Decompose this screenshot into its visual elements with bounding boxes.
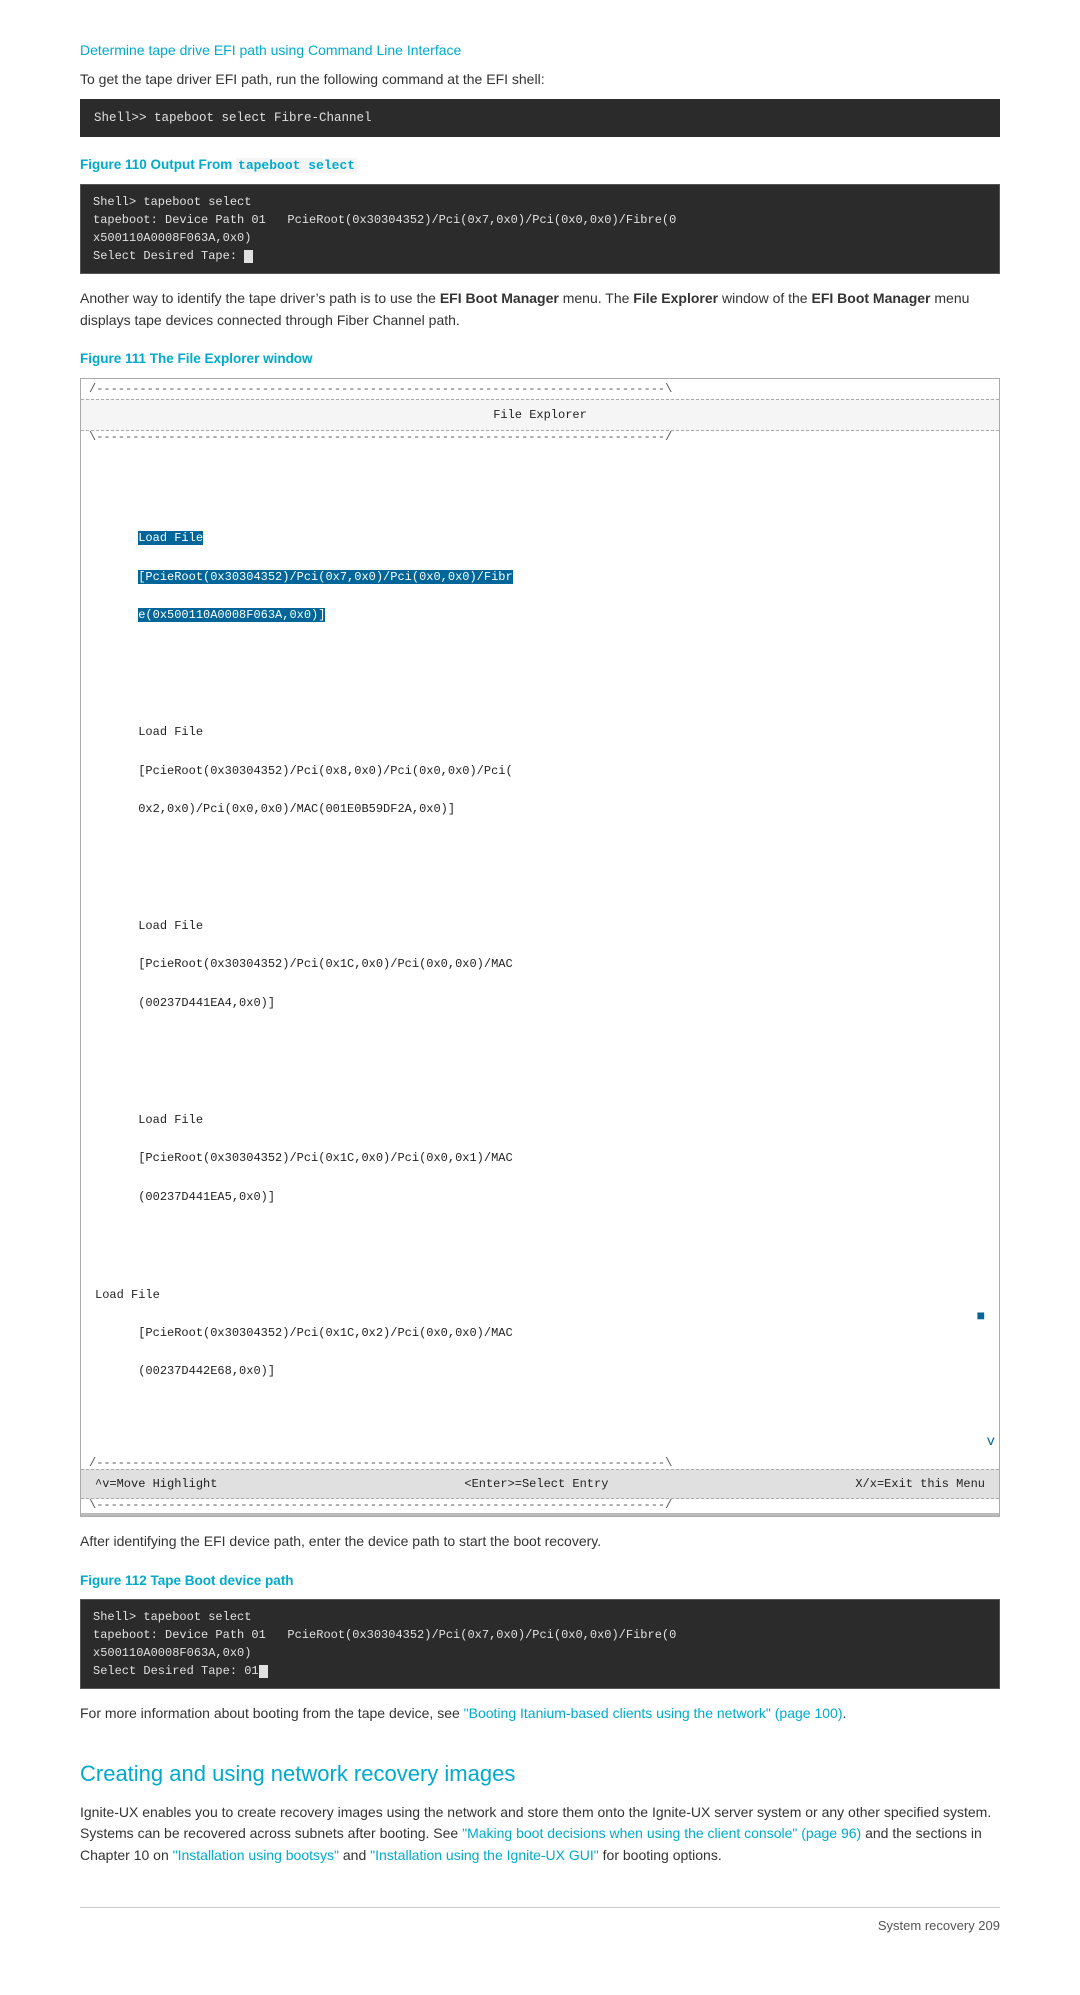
figure112-terminal-content: Shell> tapeboot select tapeboot: Device … bbox=[81, 1600, 999, 1688]
figure111-heading: Figure 111 The File Explorer window bbox=[80, 349, 1000, 369]
figure110-terminal-content: Shell> tapeboot select tapeboot: Device … bbox=[81, 185, 999, 273]
fe-entry-1-path2: e(0x500110A0008F063A,0x0)] bbox=[138, 608, 325, 622]
fe-scrollbar[interactable]: v bbox=[81, 1432, 999, 1457]
boot-decisions-link[interactable]: "Making boot decisions when using the cl… bbox=[462, 1825, 861, 1841]
bootsys-link[interactable]: "Installation using bootsys" bbox=[173, 1847, 339, 1863]
section-link[interactable]: Determine tape drive EFI path using Comm… bbox=[80, 42, 461, 58]
fe-title-bar: File Explorer bbox=[81, 399, 999, 431]
fe-content: Load File [PcieRoot(0x30304352)/Pci(0x7,… bbox=[81, 443, 999, 1432]
fe-footer-bar: ^v=Move Highlight <Enter>=Select Entry X… bbox=[81, 1469, 999, 1499]
fe-entry-5-text: Load File [PcieRoot(0x30304352)/Pci(0x1C… bbox=[95, 1286, 513, 1382]
fe-entry-3[interactable]: Load File [PcieRoot(0x30304352)/Pci(0x1C… bbox=[95, 898, 985, 1032]
page-footer: System recovery 209 bbox=[80, 1907, 1000, 1936]
figure112-heading: Figure 112 Tape Boot device path bbox=[80, 1571, 1000, 1591]
cursor2 bbox=[259, 1665, 268, 1678]
intro-text: To get the tape driver EFI path, run the… bbox=[80, 69, 1000, 91]
intro-command: Shell>> tapeboot select Fibre-Channel bbox=[80, 99, 1000, 138]
fe-title-dashes-bottom: \---------------------------------------… bbox=[81, 431, 999, 443]
fe-footer-dashes-top: /---------------------------------------… bbox=[81, 1457, 999, 1469]
figure110-heading: Figure 110 Output From tapeboot select bbox=[80, 155, 1000, 176]
paragraph1: Another way to identify the tape driver’… bbox=[80, 288, 1000, 331]
paragraph3: For more information about booting from … bbox=[80, 1703, 1000, 1725]
booting-link[interactable]: "Booting Itanium-based clients using the… bbox=[464, 1705, 843, 1721]
section-creating-title: Creating and using network recovery imag… bbox=[80, 1757, 1000, 1790]
fe-entry-4[interactable]: Load File [PcieRoot(0x30304352)/Pci(0x1C… bbox=[95, 1092, 985, 1226]
gui-link[interactable]: "Installation using the Ignite-UX GUI" bbox=[370, 1847, 599, 1863]
fe-footer-select: <Enter>=Select Entry bbox=[464, 1475, 608, 1493]
fe-scrolldown-icon[interactable]: ■ bbox=[977, 1286, 985, 1328]
figure110-terminal: Shell> tapeboot select tapeboot: Device … bbox=[80, 184, 1000, 274]
cursor bbox=[244, 250, 253, 263]
paragraph2: After identifying the EFI device path, e… bbox=[80, 1531, 1000, 1553]
fe-footer-move: ^v=Move Highlight bbox=[95, 1475, 217, 1493]
fe-entry-5[interactable]: Load File [PcieRoot(0x30304352)/Pci(0x1C… bbox=[95, 1286, 985, 1382]
figure112-terminal: Shell> tapeboot select tapeboot: Device … bbox=[80, 1599, 1000, 1689]
fe-footer-exit: X/x=Exit this Menu bbox=[855, 1475, 985, 1493]
file-explorer-widget: /---------------------------------------… bbox=[80, 378, 1000, 1517]
fe-entry-2[interactable]: Load File [PcieRoot(0x30304352)/Pci(0x8,… bbox=[95, 704, 985, 838]
section-link-heading[interactable]: Determine tape drive EFI path using Comm… bbox=[80, 40, 1000, 61]
section-creating-body: Ignite-UX enables you to create recovery… bbox=[80, 1802, 1000, 1867]
fe-entry-1[interactable]: Load File [PcieRoot(0x30304352)/Pci(0x7,… bbox=[95, 510, 985, 644]
fe-scroll-arrow[interactable]: v bbox=[987, 1432, 995, 1453]
fe-entry-1-path: [PcieRoot(0x30304352)/Pci(0x7,0x0)/Pci(0… bbox=[138, 570, 512, 584]
fe-entry-1-label: Load File bbox=[138, 531, 203, 545]
fe-top-dashes: /---------------------------------------… bbox=[81, 379, 999, 399]
fe-footer-dashes-bottom: \---------------------------------------… bbox=[81, 1499, 999, 1511]
fe-outer-border bbox=[81, 1513, 999, 1516]
